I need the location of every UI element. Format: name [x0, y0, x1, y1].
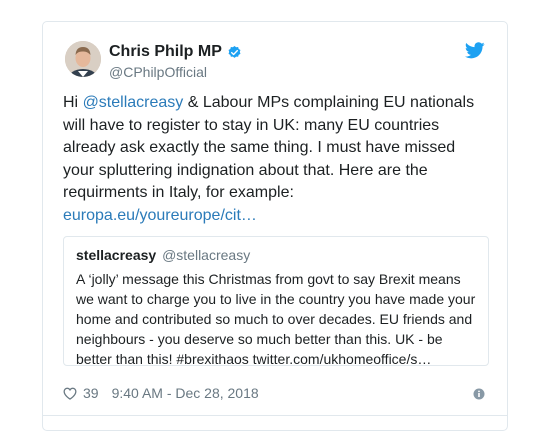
quoted-line: better than this! #brexithaos twitter.co…: [76, 351, 432, 367]
tweet-footer: 39 9:40 AM - Dec 28, 2018: [63, 385, 259, 401]
tweet-text: Hi @stellacreasy & Labour MPs complainin…: [63, 92, 493, 227]
twitter-bird-icon[interactable]: [464, 42, 485, 59]
quoted-line: A ‘jolly’ message this Christmas from go…: [76, 271, 461, 287]
info-icon[interactable]: [473, 387, 485, 400]
tweet-line: already ask exactly the same thing. I mu…: [63, 139, 456, 156]
heart-icon[interactable]: [63, 387, 77, 400]
author-handle[interactable]: @CPhilpOfficial: [109, 64, 207, 80]
quoted-tweet[interactable]: stellacreasy @stellacreasy A ‘jolly’ mes…: [63, 236, 489, 369]
timestamp[interactable]: 9:40 AM - Dec 28, 2018: [112, 385, 259, 401]
quoted-line: we want to charge you to live in the cou…: [76, 291, 476, 307]
quoted-author-handle: @stellacreasy: [162, 247, 251, 263]
embedded-tweet-card: Chris Philp MP @CPhilpOfficial Hi @stell…: [42, 21, 508, 431]
like-count[interactable]: 39: [83, 385, 99, 401]
verified-badge-icon: [227, 45, 242, 60]
quoted-tweet-text: A ‘jolly’ message this Christmas from go…: [76, 269, 476, 369]
footer-divider: [43, 415, 507, 416]
author-name[interactable]: Chris Philp MP: [109, 43, 222, 61]
mention-link[interactable]: @stellacreasy: [83, 94, 184, 111]
tweet-line: will have to register to stay in UK: man…: [63, 116, 440, 134]
tweet-line: your spluttering indignation about that.…: [63, 161, 428, 179]
quoted-line: neighbours - you deserve so much better …: [76, 331, 443, 347]
tweet-line: Hi @stellacreasy & Labour MPs complainin…: [63, 94, 475, 111]
tweet-line: requirments in Italy, for example:: [63, 184, 294, 201]
url-link[interactable]: europa.eu/youreurope/cit…: [63, 207, 257, 224]
quoted-author-name: stellacreasy: [76, 247, 157, 263]
quoted-line: home and contributed so much to over dec…: [76, 311, 473, 327]
author-avatar[interactable]: [65, 41, 101, 77]
